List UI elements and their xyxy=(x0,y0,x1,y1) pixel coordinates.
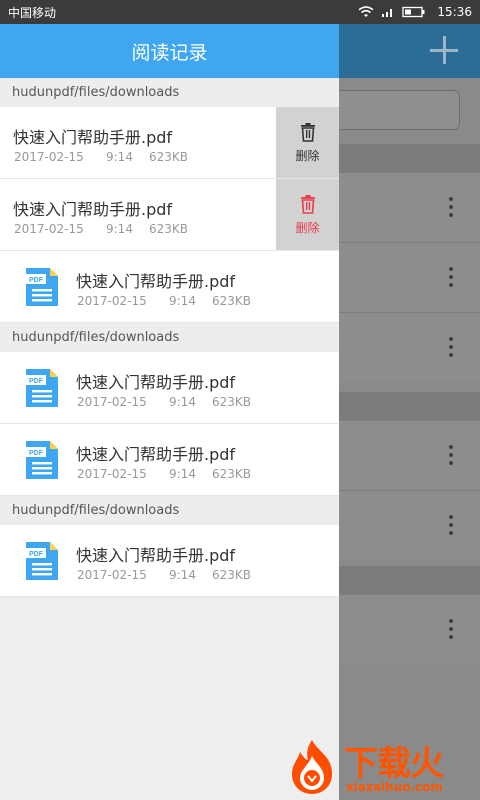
file-size: 623KB xyxy=(149,150,189,164)
more-vertical-icon[interactable] xyxy=(448,337,454,359)
history-item[interactable]: PDF 快速入门帮助手册.pdf 2017-02-15 9:14 623KB xyxy=(0,251,339,323)
pdf-file-icon: PDF xyxy=(26,369,58,407)
delete-button[interactable]: 删除 xyxy=(276,179,339,250)
signal-icon xyxy=(382,9,393,17)
watermark-title: 下载火 xyxy=(344,744,444,784)
history-item-content[interactable]: PDF快速入门帮助手册.pdf2017-02-159:14623KB xyxy=(0,179,276,250)
delete-label: 删除 xyxy=(295,149,320,163)
plus-icon[interactable] xyxy=(428,34,460,66)
file-time: 9:14 xyxy=(169,467,196,481)
drawer-title: 阅读记录 xyxy=(0,24,339,78)
file-time: 9:14 xyxy=(169,294,196,308)
trash-icon xyxy=(300,123,315,142)
watermark-url: xiazaihuo.com xyxy=(346,780,443,794)
file-size: 623KB xyxy=(212,568,252,582)
battery-icon xyxy=(402,6,425,18)
file-time: 9:14 xyxy=(169,395,196,409)
file-name: 快速入门帮助手册.pdf xyxy=(76,445,236,464)
file-name: 快速入门帮助手册.pdf xyxy=(76,373,236,392)
history-item[interactable]: PDF 快速入门帮助手册.pdf 2017-02-15 9:14 623KB xyxy=(0,352,339,424)
more-vertical-icon[interactable] xyxy=(448,267,454,289)
svg-text:PDF: PDF xyxy=(29,450,44,457)
history-item[interactable]: PDF快速入门帮助手册.pdf2017-02-159:14623KB删除 xyxy=(0,179,339,251)
file-name: 快速入门帮助手册.pdf xyxy=(13,128,173,147)
delete-label: 删除 xyxy=(295,221,320,235)
more-vertical-icon[interactable] xyxy=(448,515,454,537)
file-date: 2017-02-15 xyxy=(77,395,147,409)
pdf-file-icon: PDF xyxy=(26,268,58,306)
file-name: 快速入门帮助手册.pdf xyxy=(13,200,173,219)
carrier-name: 中国移动 xyxy=(8,5,57,20)
flame-icon xyxy=(292,740,332,794)
group-path-header: hudunpdf/files/downloads xyxy=(0,78,339,107)
more-vertical-icon[interactable] xyxy=(448,197,454,219)
pdf-file-icon: PDF xyxy=(26,441,58,479)
file-time: 9:14 xyxy=(106,222,133,236)
history-item-content[interactable]: PDF 快速入门帮助手册.pdf 2017-02-15 9:14 623KB xyxy=(0,525,339,596)
file-time: 9:14 xyxy=(106,150,133,164)
clock: 15:36 xyxy=(437,5,472,19)
history-item-content[interactable]: PDF 快速入门帮助手册.pdf 2017-02-15 9:14 623KB xyxy=(0,424,339,495)
status-bar: 中国移动 15:36 xyxy=(0,0,480,24)
file-date: 2017-02-15 xyxy=(77,294,147,308)
history-item-content[interactable]: PDF 快速入门帮助手册.pdf 2017-02-15 9:14 623KB xyxy=(0,352,339,423)
history-item-content[interactable]: PDF 快速入门帮助手册.pdf 2017-02-15 9:14 623KB xyxy=(0,251,339,322)
delete-button[interactable]: 删除 xyxy=(276,107,339,178)
file-size: 623KB xyxy=(212,467,252,481)
file-name: 快速入门帮助手册.pdf xyxy=(76,546,236,565)
history-item-content[interactable]: PDF快速入门帮助手册.pdf2017-02-159:14623KB xyxy=(0,107,276,178)
history-item[interactable]: PDF 快速入门帮助手册.pdf 2017-02-15 9:14 623KB xyxy=(0,525,339,597)
more-vertical-icon[interactable] xyxy=(448,445,454,467)
file-date: 2017-02-15 xyxy=(77,568,147,582)
reading-history-drawer: 阅读记录 hudunpdf/files/downloads PDF 快速入门帮助手册… xyxy=(0,24,339,800)
history-item[interactable]: PDF快速入门帮助手册.pdf2017-02-159:14623KB删除 xyxy=(0,107,339,179)
file-date: 2017-02-15 xyxy=(77,467,147,481)
pdf-file-icon: PDF xyxy=(26,542,58,580)
watermark-logo: 下载火 xiazaihuo.com xyxy=(282,736,480,800)
group-path-header: hudunpdf/files/downloads xyxy=(0,496,339,525)
file-date: 2017-02-15 xyxy=(14,222,84,236)
history-list: hudunpdf/files/downloads PDF 快速入门帮助手册.pdf 2… xyxy=(0,78,339,597)
group-path-header: hudunpdf/files/downloads xyxy=(0,323,339,352)
wifi-icon xyxy=(358,6,374,17)
file-size: 623KB xyxy=(149,222,189,236)
file-size: 623KB xyxy=(212,395,252,409)
more-vertical-icon[interactable] xyxy=(448,619,454,641)
file-date: 2017-02-15 xyxy=(14,150,84,164)
history-item[interactable]: PDF 快速入门帮助手册.pdf 2017-02-15 9:14 623KB xyxy=(0,424,339,496)
trash-icon xyxy=(300,195,315,214)
svg-text:PDF: PDF xyxy=(29,551,44,558)
svg-text:PDF: PDF xyxy=(29,277,44,284)
file-name: 快速入门帮助手册.pdf xyxy=(76,272,236,291)
svg-text:PDF: PDF xyxy=(29,378,44,385)
file-time: 9:14 xyxy=(169,568,196,582)
file-size: 623KB xyxy=(212,294,252,308)
